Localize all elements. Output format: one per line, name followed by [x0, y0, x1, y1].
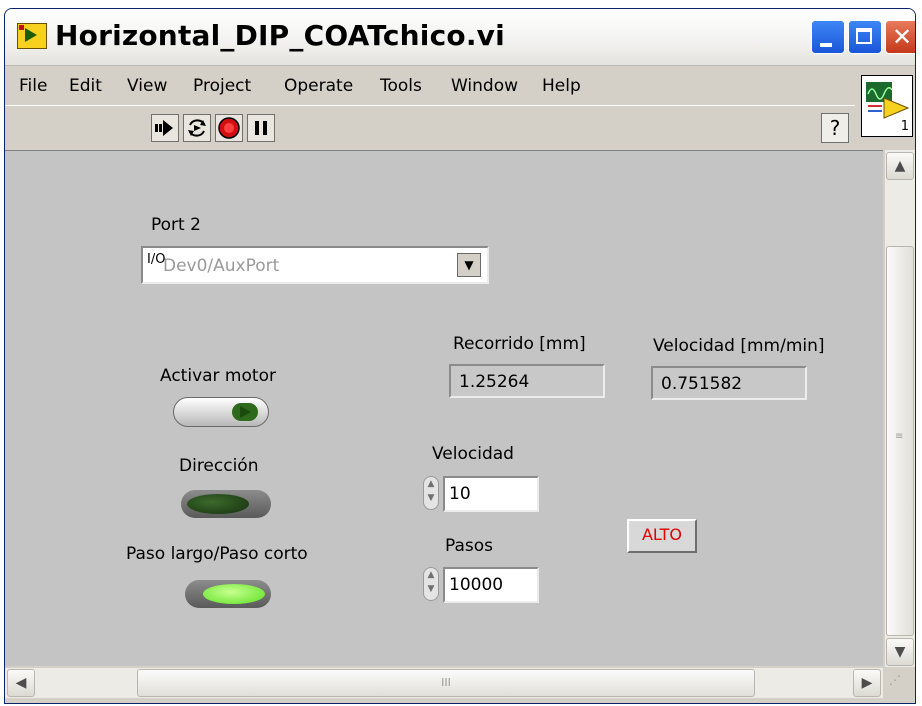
direccion-label: Dirección — [179, 456, 259, 476]
run-arrow-icon — [155, 120, 173, 136]
vertical-scrollbar[interactable]: ▲ ≡ ▼ — [885, 150, 915, 667]
scroll-right-button[interactable]: ▶ — [853, 669, 881, 697]
velocidad-input[interactable]: 10 — [443, 476, 539, 512]
paso-label: Paso largo/Paso corto — [126, 544, 308, 564]
menu-tools[interactable]: Tools — [380, 76, 422, 96]
pasos-input[interactable]: 10000 — [443, 567, 539, 603]
paso-led — [203, 584, 265, 604]
scroll-up-button[interactable]: ▲ — [886, 152, 914, 180]
dropdown-arrow-icon[interactable]: ▼ — [457, 253, 481, 277]
vi-connector-icon[interactable]: 1 — [861, 75, 913, 137]
window-title: Horizontal_DIP_COATchico.vi — [55, 19, 505, 52]
pasos-label: Pasos — [445, 536, 494, 556]
toolbar — [5, 105, 855, 150]
front-panel: Port 2 I/O Dev0/AuxPort ▼ Recorrido [mm]… — [5, 150, 883, 666]
close-icon: ✕ — [891, 23, 913, 51]
recorrido-label: Recorrido [mm] — [453, 334, 586, 354]
close-button[interactable]: ✕ — [885, 20, 915, 54]
port-value: Dev0/AuxPort — [163, 256, 280, 276]
velocidad-indicator: 0.751582 — [651, 366, 807, 400]
scroll-left-button[interactable]: ◀ — [7, 669, 35, 697]
velocidad-value: 10 — [449, 484, 471, 504]
menu-help[interactable]: Help — [542, 76, 581, 96]
thumb-grip-icon: III — [441, 676, 451, 689]
play-arrow-icon — [240, 406, 251, 418]
pasos-value: 10000 — [449, 575, 504, 595]
port-label: Port 2 — [151, 215, 201, 235]
run-button[interactable] — [151, 114, 179, 142]
velocidad-label: Velocidad — [432, 444, 514, 464]
vertical-scroll-thumb[interactable]: ≡ — [886, 246, 914, 636]
horizontal-scroll-thumb[interactable]: III — [137, 669, 755, 697]
activar-motor-label: Activar motor — [160, 366, 276, 386]
resize-grip-icon[interactable]: ⋰ — [889, 673, 901, 687]
context-help-button[interactable]: ? — [821, 113, 849, 143]
maximize-button[interactable] — [848, 20, 882, 54]
pause-icon — [255, 121, 267, 135]
recorrido-indicator: 1.25264 — [449, 364, 605, 398]
title-bar[interactable]: Horizontal_DIP_COATchico.vi ✕ — [5, 9, 915, 66]
labview-vi-icon — [17, 23, 47, 49]
waveform-connector-icon — [866, 82, 910, 119]
alto-button[interactable]: ALTO — [627, 519, 697, 553]
velocidad-indicator-value: 0.751582 — [661, 374, 743, 394]
abort-button[interactable] — [215, 114, 243, 142]
menu-edit[interactable]: Edit — [69, 76, 102, 96]
abort-icon — [218, 117, 240, 139]
direccion-switch[interactable] — [181, 490, 271, 518]
velocidad-increment-decrement[interactable]: ▲ ▼ — [423, 476, 439, 510]
grip-icon: ≡ — [895, 431, 904, 442]
menu-window[interactable]: Window — [451, 76, 518, 96]
menu-operate[interactable]: Operate — [284, 76, 353, 96]
pause-button[interactable] — [247, 114, 275, 142]
scroll-down-button[interactable]: ▼ — [886, 638, 914, 666]
run-continuously-button[interactable] — [183, 114, 211, 142]
menu-bar: File Edit View Project Operate Tools Win… — [5, 66, 915, 104]
recorrido-value: 1.25264 — [459, 372, 530, 392]
menu-view[interactable]: View — [127, 76, 167, 96]
connector-pane-number: 1 — [900, 119, 909, 134]
direccion-led — [187, 494, 249, 514]
menu-file[interactable]: File — [19, 76, 47, 96]
paso-switch[interactable] — [185, 580, 271, 608]
minimize-button[interactable] — [811, 20, 845, 54]
pasos-increment-decrement[interactable]: ▲ ▼ — [423, 567, 439, 601]
menu-project[interactable]: Project — [193, 76, 251, 96]
help-icon: ? — [829, 116, 841, 140]
horizontal-scrollbar[interactable]: ◀ III ▶ — [5, 668, 883, 698]
activar-motor-switch[interactable] — [173, 397, 269, 427]
velocidad-indicator-label: Velocidad [mm/min] — [653, 336, 825, 356]
port-selector[interactable]: I/O Dev0/AuxPort ▼ — [141, 246, 489, 284]
run-continuously-icon — [188, 119, 206, 137]
vi-window: Horizontal_DIP_COATchico.vi ✕ File Edit … — [4, 8, 916, 704]
alto-label: ALTO — [641, 525, 683, 544]
